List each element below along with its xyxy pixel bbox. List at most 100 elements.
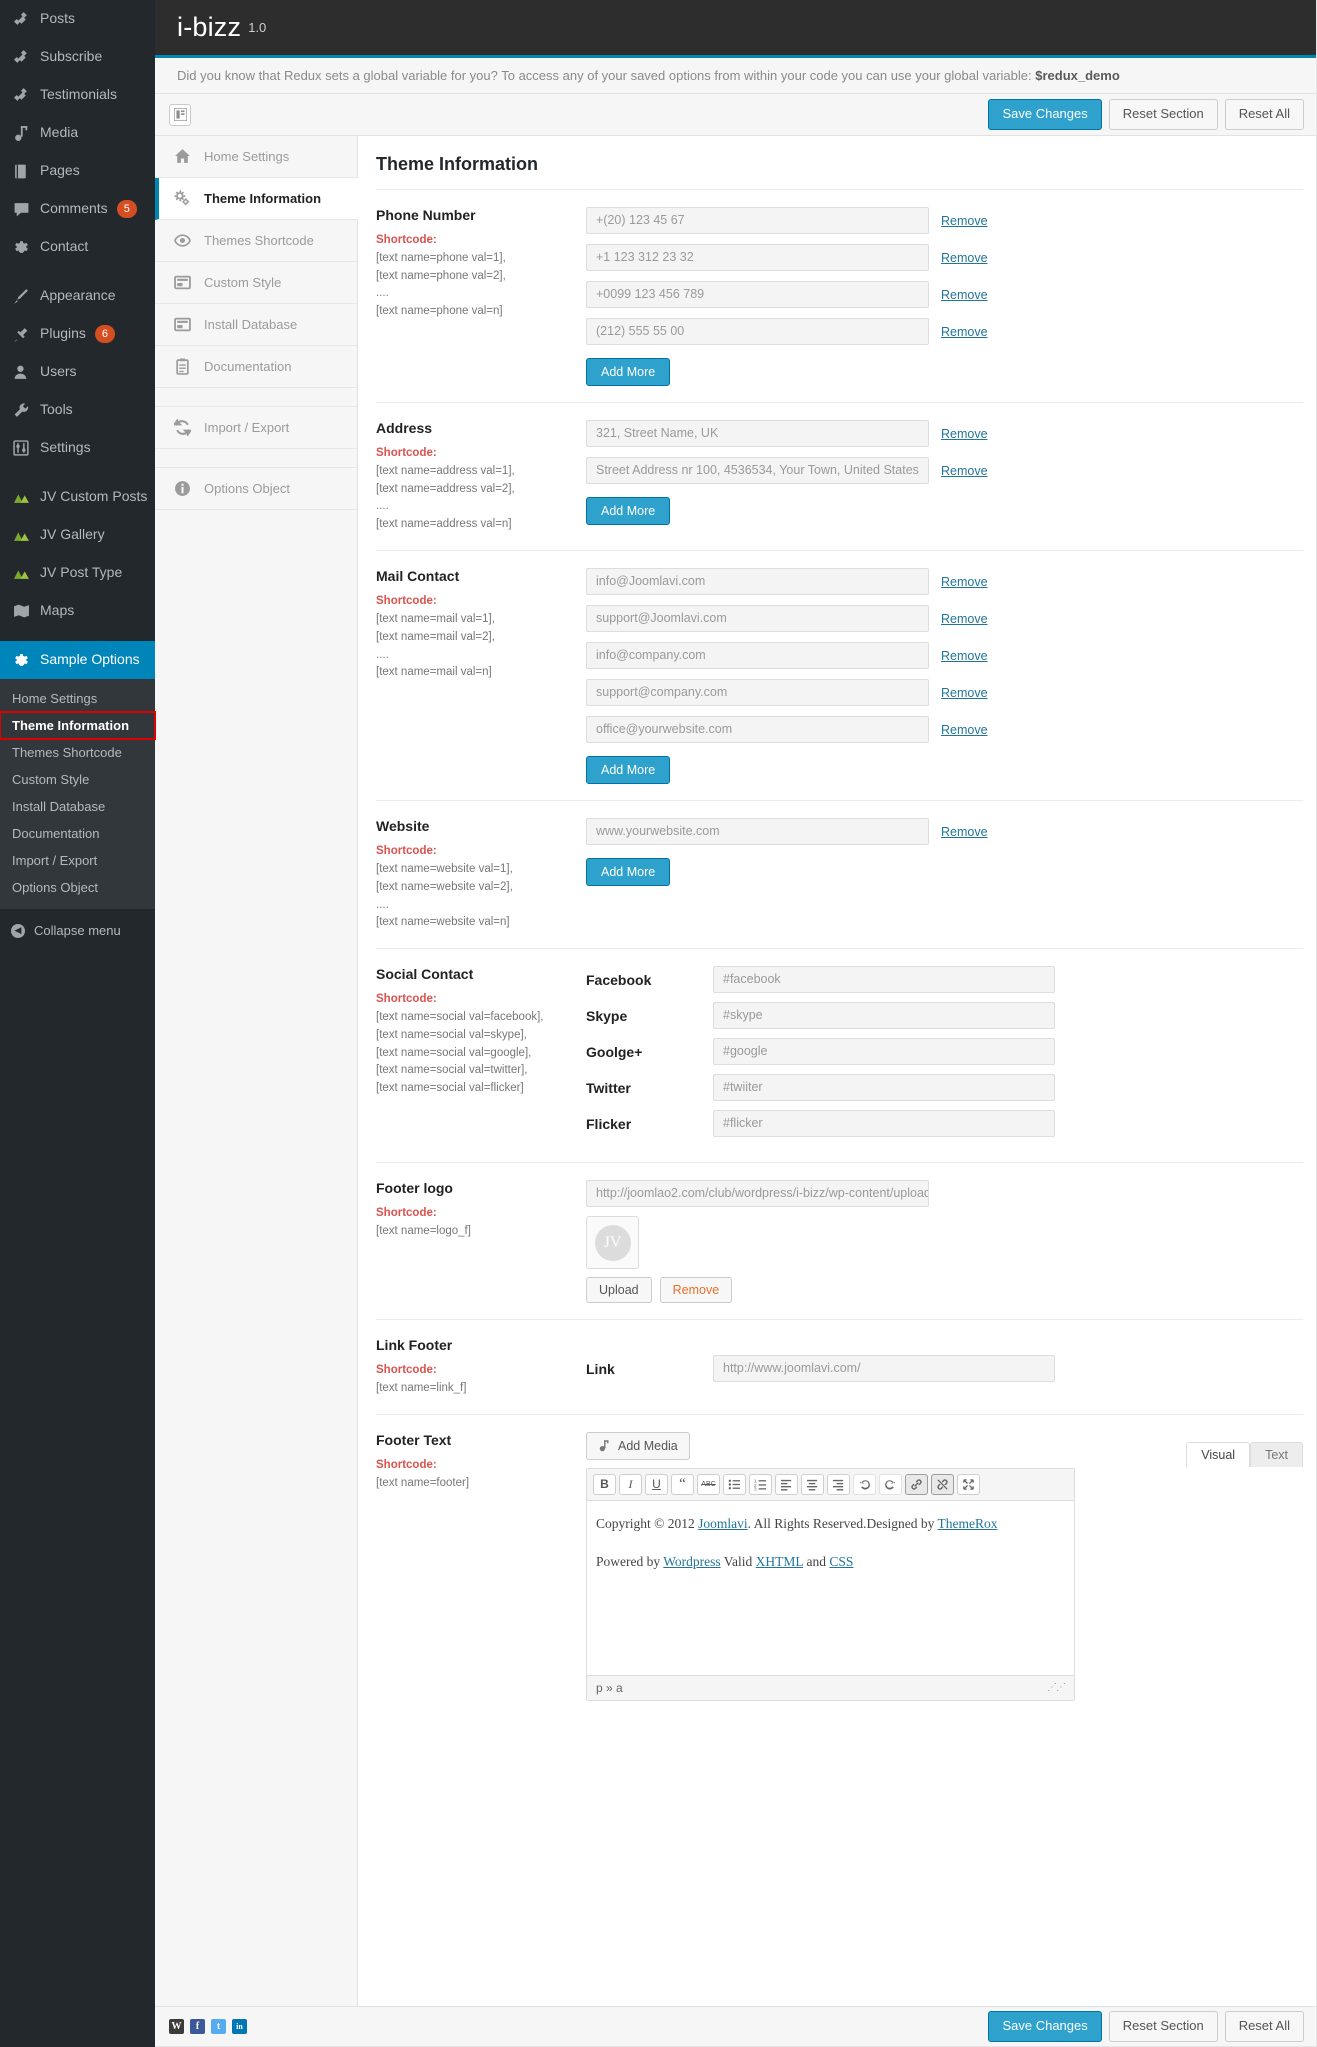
ordered-list-icon[interactable]: 123 [749, 1473, 772, 1495]
tab-visual[interactable]: Visual [1186, 1441, 1251, 1467]
text-input[interactable]: 321, Street Name, UK [586, 420, 929, 447]
wp-menu-item-plugins[interactable]: Plugins 6 [0, 315, 155, 353]
tab-text[interactable]: Text [1250, 1441, 1303, 1467]
blockquote-icon[interactable]: “ [671, 1473, 694, 1495]
wp-menu-item-appearance[interactable]: Appearance [0, 277, 155, 315]
social-input[interactable]: #twiiter [713, 1074, 1055, 1102]
joomlavi-link[interactable]: Joomlavi [698, 1516, 748, 1531]
nav-item-documentation[interactable]: Documentation [155, 346, 357, 388]
nav-item-themes-shortcode[interactable]: Themes Shortcode [155, 220, 357, 262]
wp-menu-item-subscribe[interactable]: Subscribe [0, 38, 155, 76]
editor-content[interactable]: Copyright © 2012 Joomlavi. All Rights Re… [587, 1501, 1074, 1675]
footer-logo-url-input[interactable]: http://joomlao2.com/club/wordpress/i-biz… [586, 1180, 929, 1208]
text-input[interactable]: +1 123 312 23 32 [586, 244, 929, 271]
text-input[interactable]: www.yourwebsite.com [586, 818, 929, 846]
reset-all-button-top[interactable]: Reset All [1224, 99, 1304, 130]
expand-panel-icon[interactable] [169, 103, 191, 126]
upload-logo-button[interactable]: Upload [586, 1277, 652, 1304]
text-input[interactable]: office@yourwebsite.com [586, 716, 929, 744]
insert-link-icon[interactable] [905, 1473, 928, 1495]
remove-link[interactable]: Remove [941, 686, 988, 700]
themerox-link[interactable]: ThemeRox [938, 1516, 998, 1531]
align-center-icon[interactable] [801, 1473, 824, 1495]
remove-link[interactable]: Remove [941, 575, 988, 589]
remove-link[interactable]: Remove [941, 825, 988, 839]
remove-link[interactable]: Remove [941, 325, 988, 339]
remove-link[interactable]: Remove [941, 723, 988, 737]
collapse-menu-button[interactable]: ◀ Collapse menu [0, 909, 155, 948]
text-input[interactable]: +(20) 123 45 67 [586, 207, 929, 234]
wp-submenu-item-theme-information[interactable]: Theme Information [0, 711, 156, 740]
wp-submenu-item-home-settings[interactable]: Home Settings [0, 685, 155, 712]
remove-link[interactable]: Remove [941, 427, 988, 441]
fullscreen-icon[interactable] [957, 1473, 980, 1495]
reset-all-button-bottom[interactable]: Reset All [1224, 2011, 1304, 2042]
undo-icon[interactable] [853, 1473, 876, 1495]
wp-menu-item-testimonials[interactable]: Testimonials [0, 76, 155, 114]
wp-menu-item-comments[interactable]: Comments 5 [0, 190, 155, 228]
strikethrough-icon[interactable]: ABC [697, 1473, 720, 1495]
text-input[interactable]: Street Address nr 100, 4536534, Your Tow… [586, 457, 929, 484]
unordered-list-icon[interactable] [723, 1473, 746, 1495]
remove-link[interactable]: Remove [941, 464, 988, 478]
add-more-button[interactable]: Add More [586, 497, 671, 525]
add-more-button[interactable]: Add More [586, 858, 671, 887]
nav-item-theme-information[interactable]: Theme Information [155, 178, 358, 220]
remove-link[interactable]: Remove [941, 612, 988, 626]
wp-menu-item-jv-gallery[interactable]: JV Gallery [0, 516, 155, 554]
text-input[interactable]: info@Joomlavi.com [586, 568, 929, 596]
align-right-icon[interactable] [827, 1473, 850, 1495]
underline-icon[interactable]: U [645, 1473, 668, 1495]
reset-section-button-bottom[interactable]: Reset Section [1108, 2011, 1218, 2042]
remove-link[interactable]: Remove [941, 251, 988, 265]
wp-menu-item-tools[interactable]: Tools [0, 391, 155, 429]
nav-item-custom-style[interactable]: Custom Style [155, 262, 357, 304]
wp-menu-item-contact[interactable]: Contact [0, 228, 155, 266]
unlink-icon[interactable] [931, 1473, 954, 1495]
nav-item-import-export[interactable]: Import / Export [155, 407, 357, 449]
social-input[interactable]: #skype [713, 1002, 1055, 1030]
wp-menu-item-sample-options[interactable]: Sample Options [0, 641, 155, 679]
italic-icon[interactable]: I [619, 1473, 642, 1495]
wp-menu-item-settings[interactable]: Settings [0, 429, 155, 467]
remove-link[interactable]: Remove [941, 649, 988, 663]
wp-menu-item-posts[interactable]: Posts [0, 0, 155, 38]
reset-section-button-top[interactable]: Reset Section [1108, 99, 1218, 130]
wp-submenu-item-documentation[interactable]: Documentation [0, 820, 155, 847]
wp-menu-item-media[interactable]: Media [0, 114, 155, 152]
bold-icon[interactable]: B [593, 1473, 616, 1495]
css-link[interactable]: CSS [829, 1554, 853, 1569]
save-changes-button-top[interactable]: Save Changes [988, 99, 1102, 130]
text-input[interactable]: support@company.com [586, 679, 929, 707]
align-left-icon[interactable] [775, 1473, 798, 1495]
add-more-button[interactable]: Add More [586, 358, 671, 386]
text-input[interactable]: info@company.com [586, 642, 929, 670]
wordpress-link[interactable]: Wordpress [663, 1554, 720, 1569]
wp-menu-item-maps[interactable]: Maps [0, 592, 155, 630]
add-media-button[interactable]: Add Media [586, 1431, 690, 1460]
xhtml-link[interactable]: XHTML [756, 1554, 804, 1569]
text-input[interactable]: (212) 555 55 00 [586, 318, 929, 345]
wp-menu-item-jv-post-type[interactable]: JV Post Type [0, 554, 155, 592]
wp-submenu-item-install-database[interactable]: Install Database [0, 793, 155, 820]
remove-logo-button[interactable]: Remove [659, 1277, 733, 1304]
wp-submenu-item-options-object[interactable]: Options Object [0, 874, 155, 901]
text-input[interactable]: support@Joomlavi.com [586, 605, 929, 633]
wp-submenu-item-import-export[interactable]: Import / Export [0, 847, 155, 874]
social-input[interactable]: #flicker [713, 1110, 1055, 1138]
wp-submenu-item-custom-style[interactable]: Custom Style [0, 766, 155, 793]
remove-link[interactable]: Remove [941, 288, 988, 302]
wp-submenu-item-themes-shortcode[interactable]: Themes Shortcode [0, 739, 155, 766]
linkedin-icon[interactable]: in [232, 2019, 247, 2034]
wp-menu-item-users[interactable]: Users [0, 353, 155, 391]
wordpress-icon[interactable]: W [169, 2019, 184, 2034]
save-changes-button-bottom[interactable]: Save Changes [988, 2011, 1102, 2042]
wp-menu-item-pages[interactable]: Pages [0, 152, 155, 190]
social-input[interactable]: #facebook [713, 966, 1055, 994]
social-input[interactable]: #google [713, 1038, 1055, 1066]
nav-item-install-database[interactable]: Install Database [155, 304, 357, 346]
nav-item-options-object[interactable]: Options Object [155, 468, 357, 510]
nav-item-home-settings[interactable]: Home Settings [155, 136, 357, 178]
facebook-icon[interactable]: f [190, 2019, 205, 2034]
add-more-button[interactable]: Add More [586, 756, 671, 785]
